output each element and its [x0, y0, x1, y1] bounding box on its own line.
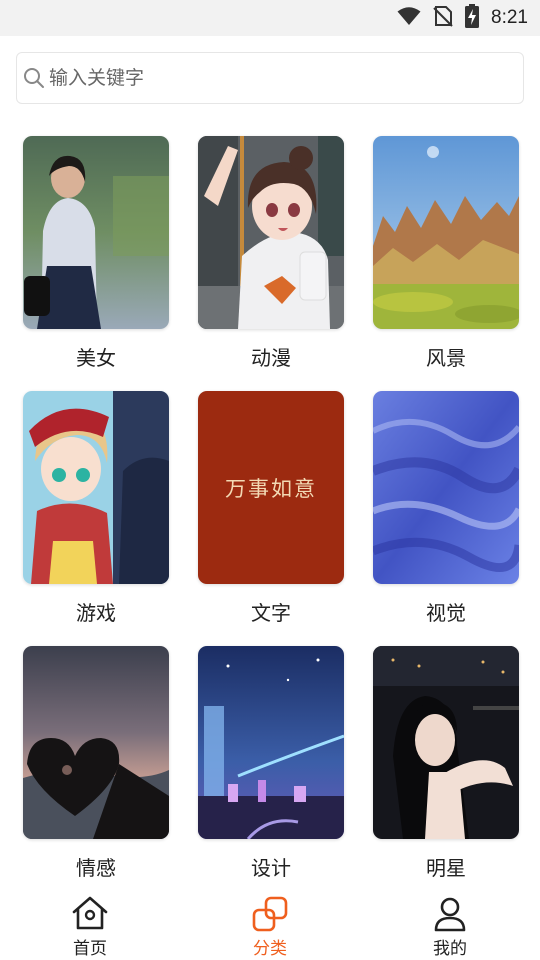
profile-icon — [430, 894, 470, 934]
category-thumbnail-beauty — [23, 136, 169, 329]
category-thumbnail-design — [198, 646, 344, 839]
category-label: 动漫 — [251, 346, 291, 370]
category-card-text[interactable]: 万事如意 文字 — [198, 391, 344, 626]
category-thumbnail-text: 万事如意 — [198, 391, 344, 584]
thumbnail-caption: 万事如意 — [225, 476, 317, 501]
category-thumbnail-celebrity — [373, 646, 519, 839]
category-icon — [250, 894, 290, 934]
nav-label-profile: 我的 — [433, 939, 467, 959]
category-card-design[interactable]: 设计 — [198, 646, 344, 881]
battery-charging-icon — [465, 4, 480, 32]
category-thumbnail-emotion — [23, 646, 169, 839]
category-thumbnail-anime — [198, 136, 344, 329]
category-card-emotion[interactable]: 情感 — [23, 646, 169, 881]
category-card-anime[interactable]: 动漫 — [198, 136, 344, 371]
category-label: 美女 — [76, 346, 116, 370]
search-box[interactable] — [16, 52, 524, 104]
wifi-icon — [397, 6, 421, 30]
category-label: 情感 — [76, 856, 116, 880]
category-label: 游戏 — [76, 601, 116, 625]
category-thumbnail-game — [23, 391, 169, 584]
search-icon — [23, 67, 45, 89]
screen: 8:21 输入关键字 美女 动漫 风景 游戏 万事如意 文字 视觉 情感 设计 … — [0, 0, 540, 960]
nav-label-home: 首页 — [73, 939, 107, 959]
nav-label-category: 分类 — [253, 939, 287, 959]
status-bar: 8:21 — [0, 0, 540, 36]
bottom-nav: 首页 分类 我的 — [0, 880, 540, 960]
nav-item-profile[interactable]: 我的 — [360, 880, 540, 960]
search-input[interactable] — [49, 67, 489, 89]
category-card-scenery[interactable]: 风景 — [373, 136, 519, 371]
category-label: 文字 — [251, 601, 291, 625]
status-time: 8:21 — [491, 7, 528, 28]
category-label: 视觉 — [426, 601, 466, 625]
category-label: 明星 — [426, 856, 466, 880]
category-thumbnail-visual — [373, 391, 519, 584]
nav-item-home[interactable]: 首页 — [0, 880, 180, 960]
category-card-beauty[interactable]: 美女 — [23, 136, 169, 371]
category-card-game[interactable]: 游戏 — [23, 391, 169, 626]
category-thumbnail-scenery — [373, 136, 519, 329]
status-icons: 8:21 — [397, 0, 528, 36]
no-sim-icon — [433, 5, 453, 31]
category-label: 风景 — [426, 346, 466, 370]
nav-item-category[interactable]: 分类 — [180, 880, 360, 960]
home-icon — [70, 894, 110, 934]
category-card-celebrity[interactable]: 明星 — [373, 646, 519, 881]
category-label: 设计 — [251, 856, 291, 880]
category-card-visual[interactable]: 视觉 — [373, 391, 519, 626]
